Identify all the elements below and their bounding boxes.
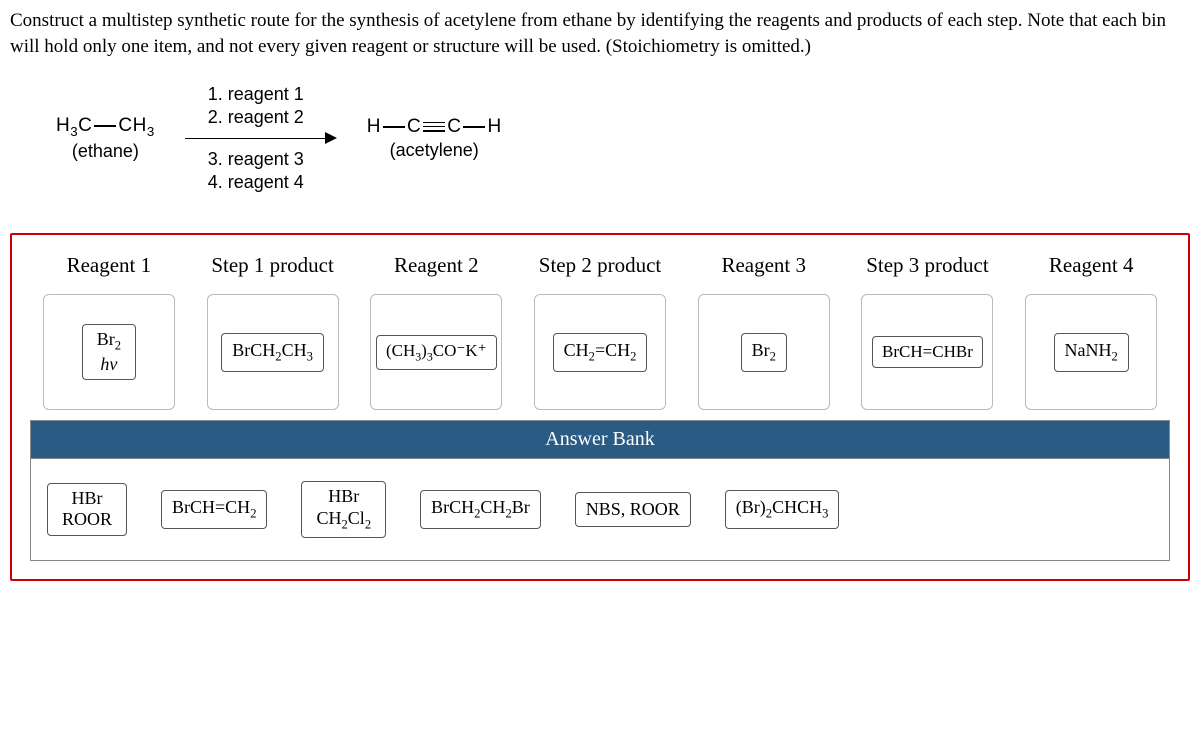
bin-label: Reagent 2 bbox=[394, 253, 479, 278]
bin-step3-product: Step 3 product BrCH=CHBr bbox=[849, 253, 1007, 410]
drop-well[interactable]: Br2 hv bbox=[43, 294, 175, 410]
bin-label: Reagent 3 bbox=[721, 253, 806, 278]
answer-bank-header: Answer Bank bbox=[30, 420, 1170, 458]
acetylene-formula: HCCH bbox=[367, 116, 502, 138]
reagent-scheme: 1. reagent 1 2. reagent 2 3. reagent 3 4… bbox=[185, 83, 337, 193]
tile-nbs-roor[interactable]: NBS, ROOR bbox=[575, 492, 691, 528]
reagents-bottom: 3. reagent 3 4. reagent 4 bbox=[208, 148, 304, 193]
bin-label: Step 1 product bbox=[211, 253, 333, 278]
drop-well[interactable]: BrCH2CH3 bbox=[207, 294, 339, 410]
tile-br2[interactable]: Br2 bbox=[741, 333, 787, 372]
tile-brchchbr[interactable]: BrCH=CHBr bbox=[872, 336, 983, 368]
bin-step1-product: Step 1 product BrCH2CH3 bbox=[194, 253, 352, 410]
drop-bins-row: Reagent 1 Br2 hv Step 1 product BrCH2CH3… bbox=[30, 253, 1170, 410]
tile-br2chch3[interactable]: (Br)2CHCH3 bbox=[725, 490, 840, 529]
reaction-scheme: H3CCH3 (ethane) 1. reagent 1 2. reagent … bbox=[56, 83, 1190, 193]
tile-hbr-roor[interactable]: HBr ROOR bbox=[47, 483, 127, 536]
drop-well[interactable]: NaNH2 bbox=[1025, 294, 1157, 410]
bin-reagent-2: Reagent 2 (CH3)3CO⁻K⁺ bbox=[357, 253, 515, 410]
bin-reagent-4: Reagent 4 NaNH2 bbox=[1012, 253, 1170, 410]
ethane-label: (ethane) bbox=[56, 141, 155, 162]
tile-brch2ch2br[interactable]: BrCH2CH2Br bbox=[420, 490, 541, 529]
answer-bank: HBr ROOR BrCH=CH2 HBr CH2Cl2 BrCH2CH2Br … bbox=[30, 458, 1170, 560]
tile-tbuok[interactable]: (CH3)3CO⁻K⁺ bbox=[376, 335, 497, 370]
tile-brch2ch3[interactable]: BrCH2CH3 bbox=[221, 333, 324, 372]
reaction-arrow bbox=[185, 132, 337, 144]
bin-label: Step 3 product bbox=[866, 253, 988, 278]
question-text: Construct a multistep synthetic route fo… bbox=[10, 8, 1190, 59]
starting-material: H3CCH3 (ethane) bbox=[56, 115, 155, 162]
drag-drop-area: Reagent 1 Br2 hv Step 1 product BrCH2CH3… bbox=[10, 233, 1190, 580]
tile-br2-hv[interactable]: Br2 hv bbox=[82, 324, 136, 380]
tile-brchch2[interactable]: BrCH=CH2 bbox=[161, 490, 267, 529]
acetylene-label: (acetylene) bbox=[367, 140, 502, 161]
tile-ethylene[interactable]: CH2=CH2 bbox=[553, 333, 648, 372]
reagents-top: 1. reagent 1 2. reagent 2 bbox=[208, 83, 304, 128]
bin-label: Step 2 product bbox=[539, 253, 661, 278]
bin-step2-product: Step 2 product CH2=CH2 bbox=[521, 253, 679, 410]
bin-label: Reagent 4 bbox=[1049, 253, 1134, 278]
drop-well[interactable]: BrCH=CHBr bbox=[861, 294, 993, 410]
drop-well[interactable]: Br2 bbox=[698, 294, 830, 410]
product-material: HCCH (acetylene) bbox=[367, 116, 502, 161]
tile-hbr-ch2cl2[interactable]: HBr CH2Cl2 bbox=[301, 481, 386, 537]
drop-well[interactable]: (CH3)3CO⁻K⁺ bbox=[370, 294, 502, 410]
drop-well[interactable]: CH2=CH2 bbox=[534, 294, 666, 410]
bin-reagent-1: Reagent 1 Br2 hv bbox=[30, 253, 188, 410]
tile-nanh2[interactable]: NaNH2 bbox=[1054, 333, 1129, 372]
bin-label: Reagent 1 bbox=[67, 253, 152, 278]
bin-reagent-3: Reagent 3 Br2 bbox=[685, 253, 843, 410]
ethane-formula: H3CCH3 bbox=[56, 115, 155, 139]
